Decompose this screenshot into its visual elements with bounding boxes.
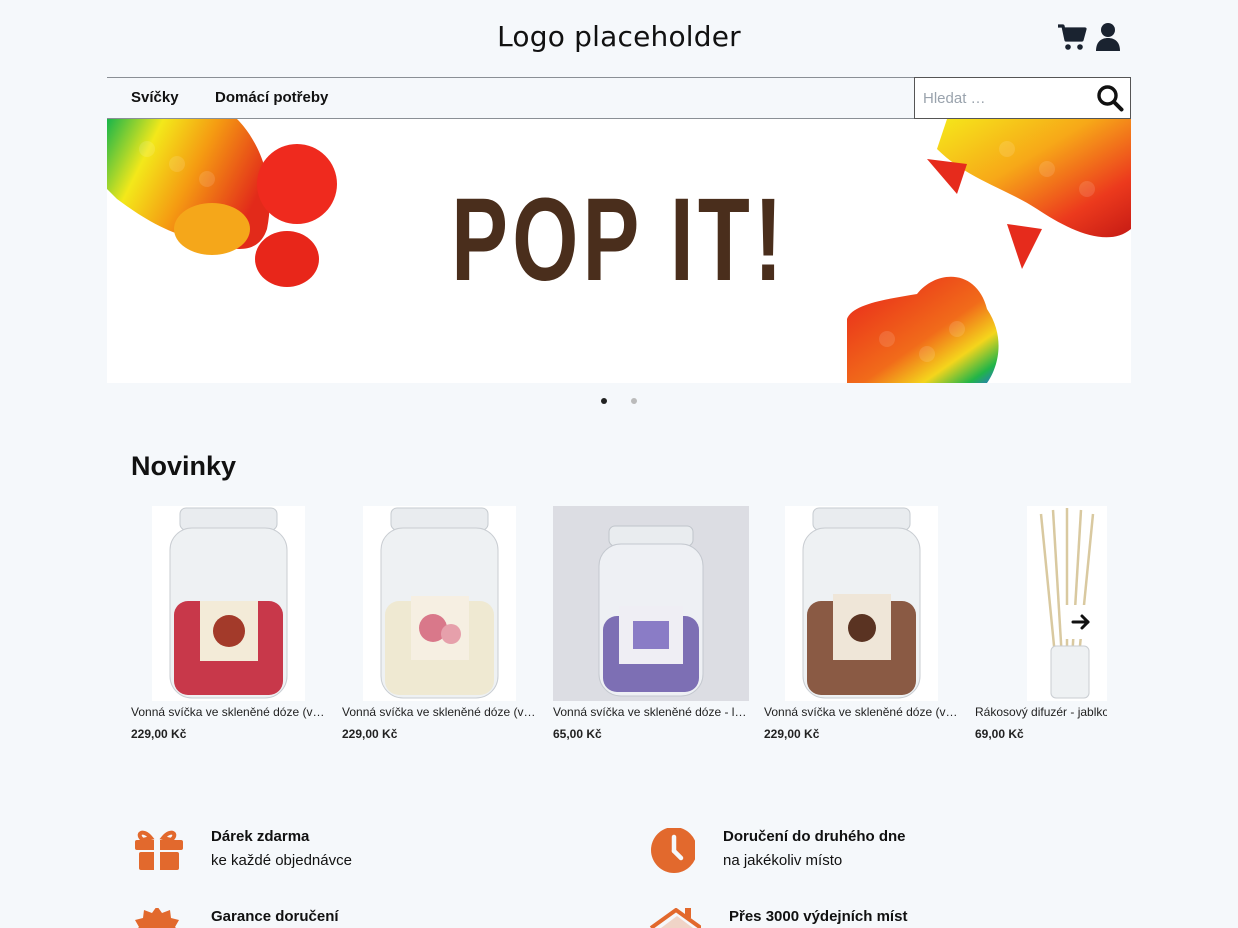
product-name[interactable]: Vonná svíčka ve skleněné dóze - levandul… — [553, 705, 747, 719]
feature-title: Garance doručení — [211, 908, 339, 925]
search-box — [914, 77, 1131, 119]
logo[interactable]: Logo placeholder — [107, 20, 1131, 53]
feature-title: Dárek zdarma — [211, 828, 310, 845]
feature-title: Doručení do druhého dne — [723, 828, 906, 845]
feature-subtitle: na jakékoliv místo — [723, 852, 843, 869]
search-input[interactable] — [915, 78, 1090, 118]
product-price: 69,00 Kč — [975, 727, 1024, 741]
cart-icon[interactable] — [1057, 22, 1087, 52]
product-image — [152, 506, 305, 701]
header: Logo placeholder — [107, 0, 1131, 77]
feature-pickup-points: Přes 3000 výdejních míst — [649, 908, 1129, 928]
product-price: 229,00 Kč — [764, 727, 820, 741]
feature-title: Přes 3000 výdejních míst — [729, 908, 908, 925]
product-carousel: Vonná svíčka ve skleněné dóze (velká) - … — [131, 506, 1107, 756]
carousel-dot-2[interactable] — [631, 398, 637, 404]
feature-next-day-delivery: Doručení do druhého dne na jakékoliv mís… — [643, 828, 1123, 878]
product-name[interactable]: Rákosový difuzér - jablko a skořice — [975, 705, 1107, 719]
house-icon — [649, 908, 701, 928]
product-image — [553, 506, 749, 701]
carousel-dot-1[interactable] — [601, 398, 607, 404]
product-price: 65,00 Kč — [553, 727, 602, 741]
product-image — [1027, 506, 1107, 701]
nav-item-domaci-potreby[interactable]: Domácí potřeby — [215, 89, 328, 106]
banner-title: POP IT! — [451, 174, 787, 306]
product-name[interactable]: Vonná svíčka ve skleněné dóze (velká) - … — [764, 705, 958, 719]
nav-item-svicky[interactable]: Svíčky — [131, 89, 179, 106]
product-name[interactable]: Vonná svíčka ve skleněné dóze (velká) - … — [131, 705, 325, 719]
user-icon[interactable] — [1095, 22, 1125, 52]
arrow-right-icon[interactable] — [1063, 605, 1099, 639]
product-price: 229,00 Kč — [342, 727, 398, 741]
section-title-novinky: Novinky — [131, 451, 237, 481]
feature-free-gift: Dárek zdarma ke každé objednávce — [131, 828, 611, 878]
product-image — [785, 506, 938, 701]
product-name[interactable]: Vonná svíčka ve skleněné dóze (velká) - … — [342, 705, 536, 719]
feature-subtitle: ke každé objednávce — [211, 852, 352, 869]
product-price: 229,00 Kč — [131, 727, 187, 741]
header-icons — [1057, 22, 1125, 52]
badge-icon — [135, 908, 179, 928]
feature-delivery-guarantee: Garance doručení — [131, 908, 611, 928]
hero-banner[interactable]: POP IT! — [107, 119, 1131, 383]
main-nav: Svíčky Domácí potřeby — [107, 77, 1131, 119]
gift-icon — [135, 830, 183, 870]
product-image — [363, 506, 516, 701]
clock-icon — [651, 828, 695, 873]
search-icon[interactable] — [1096, 84, 1124, 112]
